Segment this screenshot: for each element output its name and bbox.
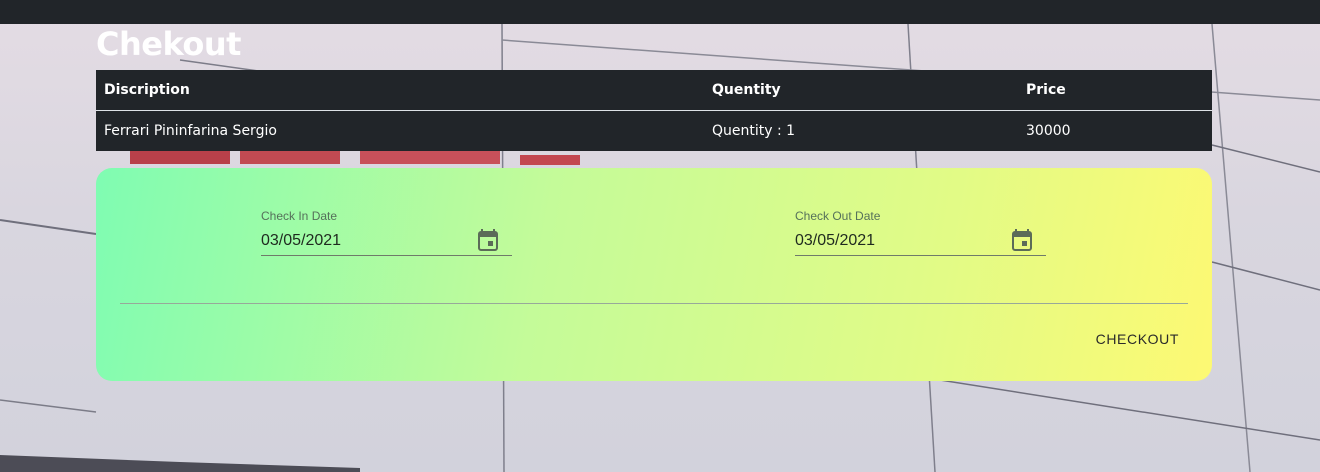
check-in-date-input[interactable]: 03/05/2021 (261, 224, 512, 256)
page-title: Chekout (96, 25, 241, 63)
cell-price: 30000 (1026, 123, 1071, 139)
header-quantity: Quentity (704, 70, 1018, 111)
checkout-card: Check In Date 03/05/2021 Check Out Date … (96, 168, 1212, 381)
check-out-date-value: 03/05/2021 (795, 232, 876, 249)
card-divider (120, 303, 1188, 304)
check-in-date-field[interactable]: Check In Date 03/05/2021 (261, 208, 512, 256)
table-header-row: Discription Quentity Price (96, 70, 1212, 111)
top-navbar (0, 0, 1320, 24)
cart-table: Discription Quentity Price Ferrari Pinin… (96, 70, 1212, 151)
check-out-date-label: Check Out Date (795, 209, 881, 223)
header-description: Discription (96, 70, 704, 111)
checkout-button[interactable]: CHECKOUT (1085, 326, 1190, 352)
check-in-date-label: Check In Date (261, 209, 338, 223)
cell-quantity: Quentity : 1 (712, 123, 796, 139)
check-out-date-input[interactable]: 03/05/2021 (795, 224, 1046, 256)
check-in-date-value: 03/05/2021 (261, 232, 342, 249)
cell-description: Ferrari Pininfarina Sergio (104, 123, 277, 139)
calendar-icon[interactable] (478, 229, 498, 251)
table-row: Ferrari Pininfarina Sergio Quentity : 1 … (96, 111, 1212, 152)
header-price: Price (1018, 70, 1212, 111)
check-out-date-field[interactable]: Check Out Date 03/05/2021 (795, 208, 1046, 256)
calendar-icon[interactable] (1012, 229, 1032, 251)
